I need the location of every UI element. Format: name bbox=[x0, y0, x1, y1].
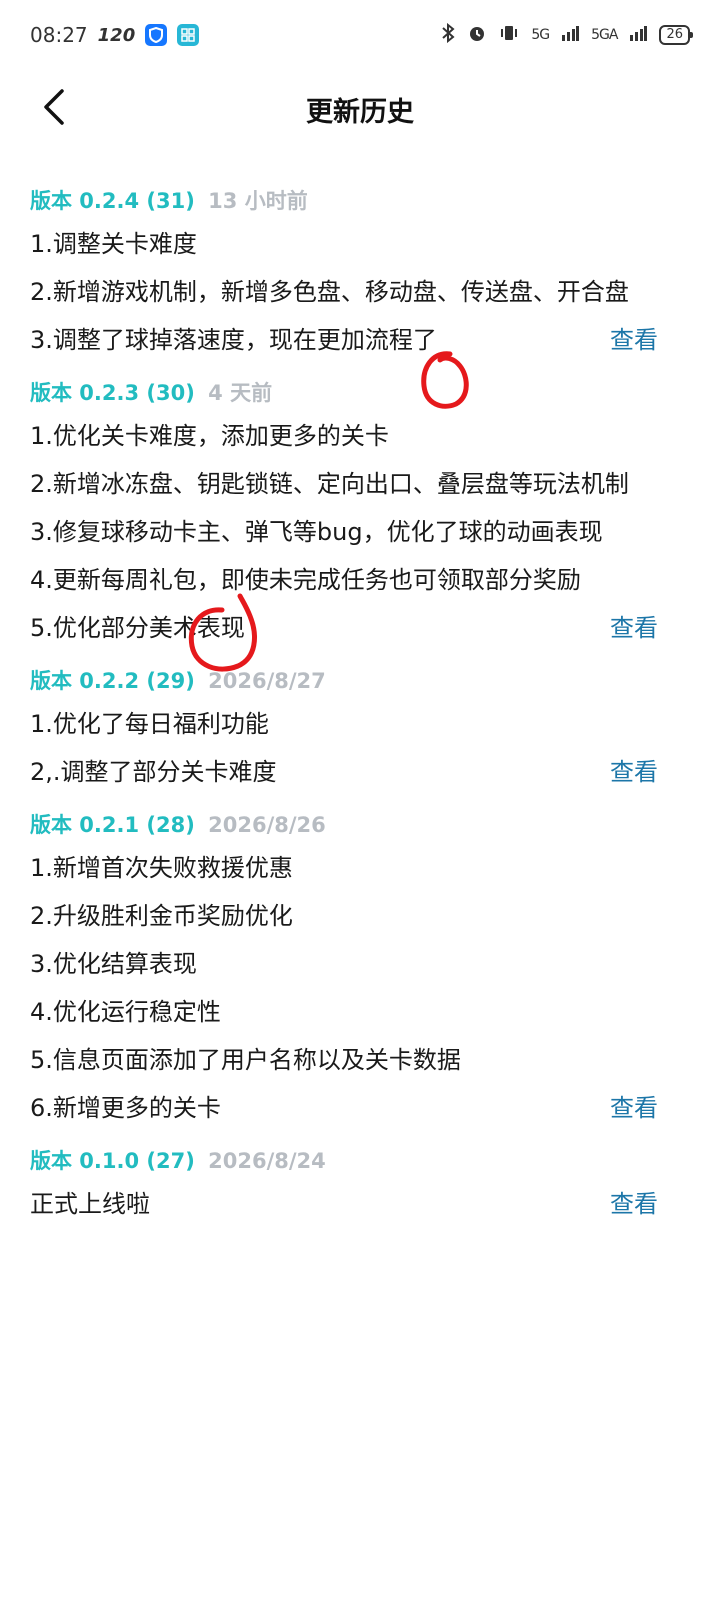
note-item: 3.修复球移动卡主、弹飞等bug，优化了球的动画表现 bbox=[30, 518, 603, 546]
note-item: 2.升级胜利金币奖励优化 bbox=[30, 902, 293, 930]
note-item: 1.优化关卡难度，添加更多的关卡 bbox=[30, 422, 389, 450]
version-time: 4 天前 bbox=[208, 381, 273, 405]
note-item: 5.信息页面添加了用户名称以及关卡数据 bbox=[30, 1046, 461, 1074]
version-label: 版本 0.2.4 (31) bbox=[30, 189, 195, 213]
version-notes: 正式上线啦 查看 bbox=[30, 1180, 662, 1228]
note-item: 3.调整了球掉落速度，现在更加流程了 bbox=[30, 326, 437, 354]
status-time: 08:27 bbox=[30, 23, 88, 47]
status-right: 5G 5GA 26 bbox=[441, 22, 693, 47]
version-history-list: 版本 0.2.4 (31) 13 小时前 1.调整关卡难度 2.新增游戏机制，新… bbox=[30, 182, 662, 1238]
version-notes: 1.新增首次失败救援优惠 2.升级胜利金币奖励优化 3.优化结算表现 4.优化运… bbox=[30, 844, 662, 1132]
refresh-rate: 120 bbox=[97, 24, 136, 46]
version-time: 2026/8/27 bbox=[208, 669, 326, 693]
note-item: 1.优化了每日福利功能 bbox=[30, 710, 269, 738]
version-label: 版本 0.2.2 (29) bbox=[30, 669, 195, 693]
version-block: 版本 0.2.4 (31) 13 小时前 1.调整关卡难度 2.新增游戏机制，新… bbox=[30, 182, 662, 364]
signal-5g-indicator: 5G bbox=[531, 27, 550, 43]
version-time: 2026/8/26 bbox=[208, 813, 326, 837]
version-header: 版本 0.2.2 (29) 2026/8/27 bbox=[30, 662, 662, 700]
note-item: 4.优化运行稳定性 bbox=[30, 998, 221, 1026]
version-time: 2026/8/24 bbox=[208, 1149, 326, 1173]
version-label: 版本 0.2.1 (28) bbox=[30, 813, 195, 837]
version-block: 版本 0.2.1 (28) 2026/8/26 1.新增首次失败救援优惠 2.升… bbox=[30, 806, 662, 1132]
version-header: 版本 0.2.1 (28) 2026/8/26 bbox=[30, 806, 662, 844]
note-item: 2.新增游戏机制，新增多色盘、移动盘、传送盘、开合盘 bbox=[30, 278, 629, 306]
version-header: 版本 0.2.3 (30) 4 天前 bbox=[30, 374, 662, 412]
note-item: 6.新增更多的关卡 bbox=[30, 1094, 221, 1122]
note-item: 1.调整关卡难度 bbox=[30, 230, 197, 258]
version-label: 版本 0.1.0 (27) bbox=[30, 1149, 195, 1173]
note-item: 4.更新每周礼包，即使未完成任务也可领取部分奖励 bbox=[30, 566, 581, 594]
version-time: 13 小时前 bbox=[208, 189, 308, 213]
view-button[interactable]: 查看 bbox=[610, 1180, 658, 1228]
alarm-icon bbox=[467, 23, 487, 47]
view-button[interactable]: 查看 bbox=[610, 1084, 658, 1132]
note-item: 5.优化部分美术表现 bbox=[30, 614, 245, 642]
note-item: 2,.调整了部分关卡难度 bbox=[30, 758, 277, 786]
version-block: 版本 0.1.0 (27) 2026/8/24 正式上线啦 查看 bbox=[30, 1142, 662, 1228]
view-button[interactable]: 查看 bbox=[610, 316, 658, 364]
page-title: 更新历史 bbox=[306, 97, 414, 128]
version-header: 版本 0.2.4 (31) 13 小时前 bbox=[30, 182, 662, 220]
app-grid-icon bbox=[177, 24, 200, 46]
note-item: 2.新增冰冻盘、钥匙锁链、定向出口、叠层盘等玩法机制 bbox=[30, 470, 629, 498]
version-block: 版本 0.2.2 (29) 2026/8/27 1.优化了每日福利功能 2,.调… bbox=[30, 662, 662, 796]
signal-5ga-indicator: 5GA bbox=[591, 27, 618, 43]
view-button[interactable]: 查看 bbox=[610, 748, 658, 796]
signal-icon-2 bbox=[629, 25, 648, 45]
note-item: 正式上线啦 bbox=[30, 1190, 150, 1218]
version-notes: 1.优化了每日福利功能 2,.调整了部分关卡难度 查看 bbox=[30, 700, 662, 796]
header: 更新历史 bbox=[0, 70, 720, 146]
bluetooth-icon bbox=[441, 22, 455, 47]
version-block: 版本 0.2.3 (30) 4 天前 1.优化关卡难度，添加更多的关卡 2.新增… bbox=[30, 374, 662, 652]
version-header: 版本 0.1.0 (27) 2026/8/24 bbox=[30, 1142, 662, 1180]
signal-icon bbox=[561, 25, 580, 45]
vibrate-icon bbox=[499, 23, 519, 47]
version-notes: 1.调整关卡难度 2.新增游戏机制，新增多色盘、移动盘、传送盘、开合盘 3.调整… bbox=[30, 220, 662, 364]
note-item: 3.优化结算表现 bbox=[30, 950, 197, 978]
shield-icon bbox=[145, 24, 168, 46]
status-left: 08:27 120 bbox=[30, 23, 200, 47]
version-label: 版本 0.2.3 (30) bbox=[30, 381, 195, 405]
view-button[interactable]: 查看 bbox=[610, 604, 658, 652]
status-bar: 08:27 120 5G 5GA 26 bbox=[0, 0, 720, 70]
battery-indicator: 26 bbox=[659, 25, 693, 45]
version-notes: 1.优化关卡难度，添加更多的关卡 2.新增冰冻盘、钥匙锁链、定向出口、叠层盘等玩… bbox=[30, 412, 662, 652]
note-item: 1.新增首次失败救援优惠 bbox=[30, 854, 293, 882]
